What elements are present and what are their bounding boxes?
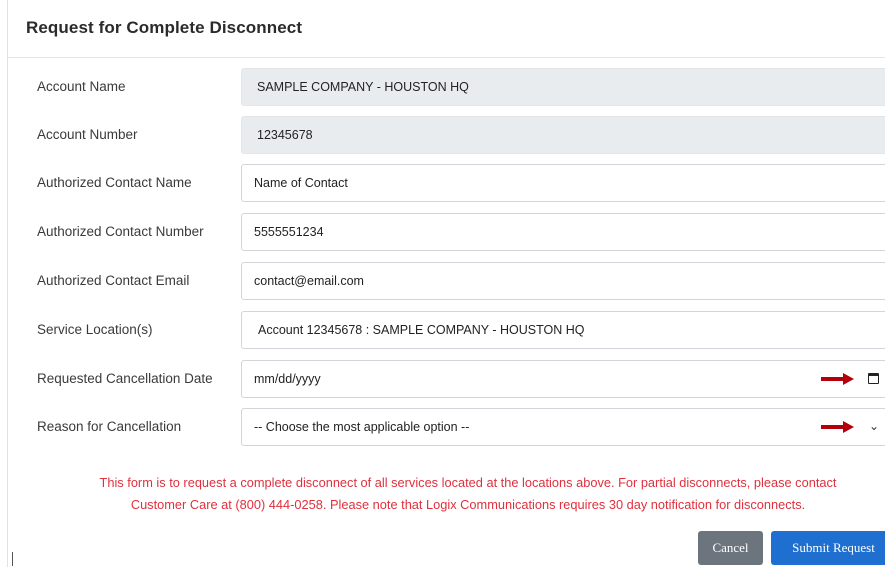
reason-row: Reason for Cancellation -- Choose the mo… — [8, 408, 885, 446]
contact-name-label: Authorized Contact Name — [37, 175, 192, 190]
reason-select[interactable]: -- Choose the most applicable option -- — [241, 408, 885, 446]
service-location-row: Service Location(s) Account 12345678 : S… — [8, 311, 885, 349]
cancel-button[interactable]: Cancel — [698, 531, 763, 565]
cancellation-date-row: Requested Cancellation Date mm/dd/yyyy — [8, 360, 885, 398]
account-number-field: 12345678 — [241, 116, 885, 154]
disconnect-notice: This form is to request a complete disco… — [48, 472, 885, 516]
text-cursor — [12, 552, 13, 566]
contact-name-row: Authorized Contact Name Name of Contact — [8, 164, 885, 202]
account-name-field: SAMPLE COMPANY - HOUSTON HQ — [241, 68, 885, 106]
modal-title: Request for Complete Disconnect — [26, 18, 303, 37]
red-arrow-icon — [821, 373, 855, 385]
cancellation-date-input[interactable]: mm/dd/yyyy — [241, 360, 885, 398]
contact-email-label: Authorized Contact Email — [37, 273, 190, 288]
notice-line-1: This form is to request a complete disco… — [99, 475, 837, 490]
chevron-down-icon[interactable]: ⌄ — [869, 419, 879, 433]
contact-number-input[interactable]: 5555551234 — [241, 213, 885, 251]
submit-request-button[interactable]: Submit Request — [771, 531, 885, 565]
account-number-row: Account Number 12345678 — [8, 116, 885, 154]
notice-line-2: Customer Care at (800) 444-0258. Please … — [130, 497, 806, 512]
contact-number-label: Authorized Contact Number — [37, 224, 204, 239]
service-location-select[interactable]: Account 12345678 : SAMPLE COMPANY - HOUS… — [241, 311, 885, 349]
service-location-label: Service Location(s) — [37, 322, 153, 337]
contact-email-row: Authorized Contact Email contact@email.c… — [8, 262, 885, 300]
reason-label: Reason for Cancellation — [37, 419, 182, 434]
calendar-icon[interactable] — [868, 373, 879, 384]
contact-name-input[interactable]: Name of Contact — [241, 164, 885, 202]
cancellation-date-label: Requested Cancellation Date — [37, 371, 213, 386]
account-number-label: Account Number — [37, 127, 138, 142]
modal-header: Request for Complete Disconnect — [8, 0, 885, 58]
contact-email-input[interactable]: contact@email.com — [241, 262, 885, 300]
account-name-label: Account Name — [37, 79, 126, 94]
disconnect-request-modal: Request for Complete Disconnect Account … — [7, 0, 885, 567]
red-arrow-icon — [821, 421, 855, 433]
contact-number-row: Authorized Contact Number 5555551234 — [8, 213, 885, 251]
account-name-row: Account Name SAMPLE COMPANY - HOUSTON HQ — [8, 68, 885, 106]
